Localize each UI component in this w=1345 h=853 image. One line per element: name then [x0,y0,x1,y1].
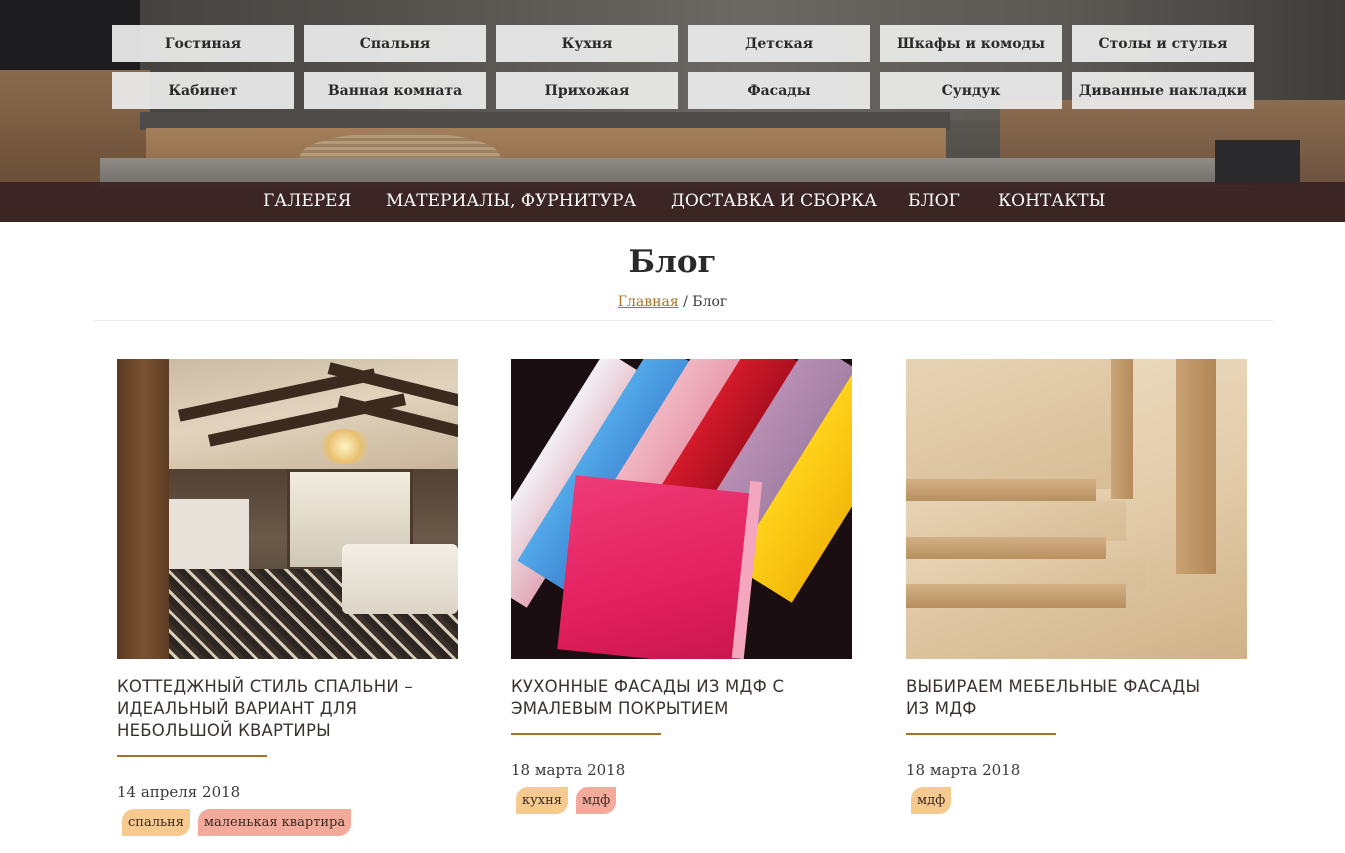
thumb-board [906,479,1096,501]
breadcrumb-separator: / [683,294,688,310]
nav-delivery[interactable]: ДОСТАВКА И СБОРКА [671,182,877,222]
breadcrumb-home-link[interactable]: Главная [618,294,679,310]
blog-post-card: КУХОННЫЕ ФАСАДЫ ИЗ МДФ С ЭМАЛЕВЫМ ПОКРЫТ… [511,359,852,814]
tag-mdf[interactable]: мдф [575,787,617,814]
post-date: 18 марта 2018 [906,761,1021,779]
title-underline [511,733,661,735]
thumb-board-top [906,501,1126,541]
nav-contacts[interactable]: КОНТАКТЫ [998,182,1105,222]
thumb-board-top [906,359,1116,489]
post-tags: кухня мдф [511,787,852,814]
thumb-door [117,359,169,659]
category-wardrobes[interactable]: Шкафы и комоды [880,25,1062,62]
main-navigation: ГАЛЕРЕЯ МАТЕРИАЛЫ, ФУРНИТУРА ДОСТАВКА И … [0,182,1345,222]
breadcrumb: Главная / Блог [0,294,1345,310]
post-tags: мдф [906,787,1247,814]
post-date: 14 апреля 2018 [117,783,241,801]
tag-small-apartment[interactable]: маленькая квартира [197,809,352,836]
category-office[interactable]: Кабинет [112,72,294,109]
post-title[interactable]: ВЫБИРАЕМ МЕБЕЛЬНЫЕ ФАСАДЫ ИЗ МДФ [906,676,1226,720]
header-divider [93,320,1273,321]
category-bathroom[interactable]: Ванная комната [304,72,486,109]
post-title[interactable]: КУХОННЫЕ ФАСАДЫ ИЗ МДФ С ЭМАЛЕВЫМ ПОКРЫТ… [511,676,831,720]
tag-mdf[interactable]: мдф [911,787,952,814]
category-facades[interactable]: Фасады [688,72,870,109]
category-kitchen[interactable]: Кухня [496,25,678,62]
page-title: Блог [628,244,717,280]
post-thumbnail-mdf[interactable] [906,359,1247,659]
thumb-board [906,584,1126,608]
tag-bedroom[interactable]: спальня [122,809,190,836]
post-thumbnail-panels[interactable] [511,359,852,659]
category-kids-room[interactable]: Детская [688,25,870,62]
title-underline [906,733,1056,735]
thumb-pink-panel [557,475,755,659]
thumb-bed [342,544,458,614]
title-underline [117,755,267,757]
post-title[interactable]: КОТТЕДЖНЫЙ СТИЛЬ СПАЛЬНИ – ИДЕАЛЬНЫЙ ВАР… [117,676,437,742]
thumb-chandelier [317,429,372,464]
post-date: 18 марта 2018 [511,761,626,779]
thumb-board [906,537,1106,559]
blog-post-card: КОТТЕДЖНЫЙ СТИЛЬ СПАЛЬНИ – ИДЕАЛЬНЫЙ ВАР… [117,359,458,836]
nav-materials[interactable]: МАТЕРИАЛЫ, ФУРНИТУРА [386,182,636,222]
hero-banner: Гостиная Спальня Кухня Детская Шкафы и к… [0,0,1345,222]
nav-blog[interactable]: БЛОГ [908,182,960,222]
tag-kitchen[interactable]: кухня [516,787,568,814]
category-tables-chairs[interactable]: Столы и стулья [1072,25,1254,62]
category-chest[interactable]: Сундук [880,72,1062,109]
hero-oven [1215,140,1300,185]
blog-post-card: ВЫБИРАЕМ МЕБЕЛЬНЫЕ ФАСАДЫ ИЗ МДФ 18 март… [906,359,1247,814]
category-sofa-covers[interactable]: Диванные накладки [1072,72,1254,109]
thumb-board-vertical [1176,359,1216,574]
nav-gallery[interactable]: ГАЛЕРЕЯ [263,182,351,222]
post-tags: спальня маленькая квартира [117,809,458,836]
category-living-room[interactable]: Гостиная [112,25,294,62]
breadcrumb-current: Блог [692,294,728,310]
category-hallway[interactable]: Прихожая [496,72,678,109]
category-bedroom[interactable]: Спальня [304,25,486,62]
thumb-board-vertical [1111,359,1133,499]
post-thumbnail-bedroom[interactable] [117,359,458,659]
